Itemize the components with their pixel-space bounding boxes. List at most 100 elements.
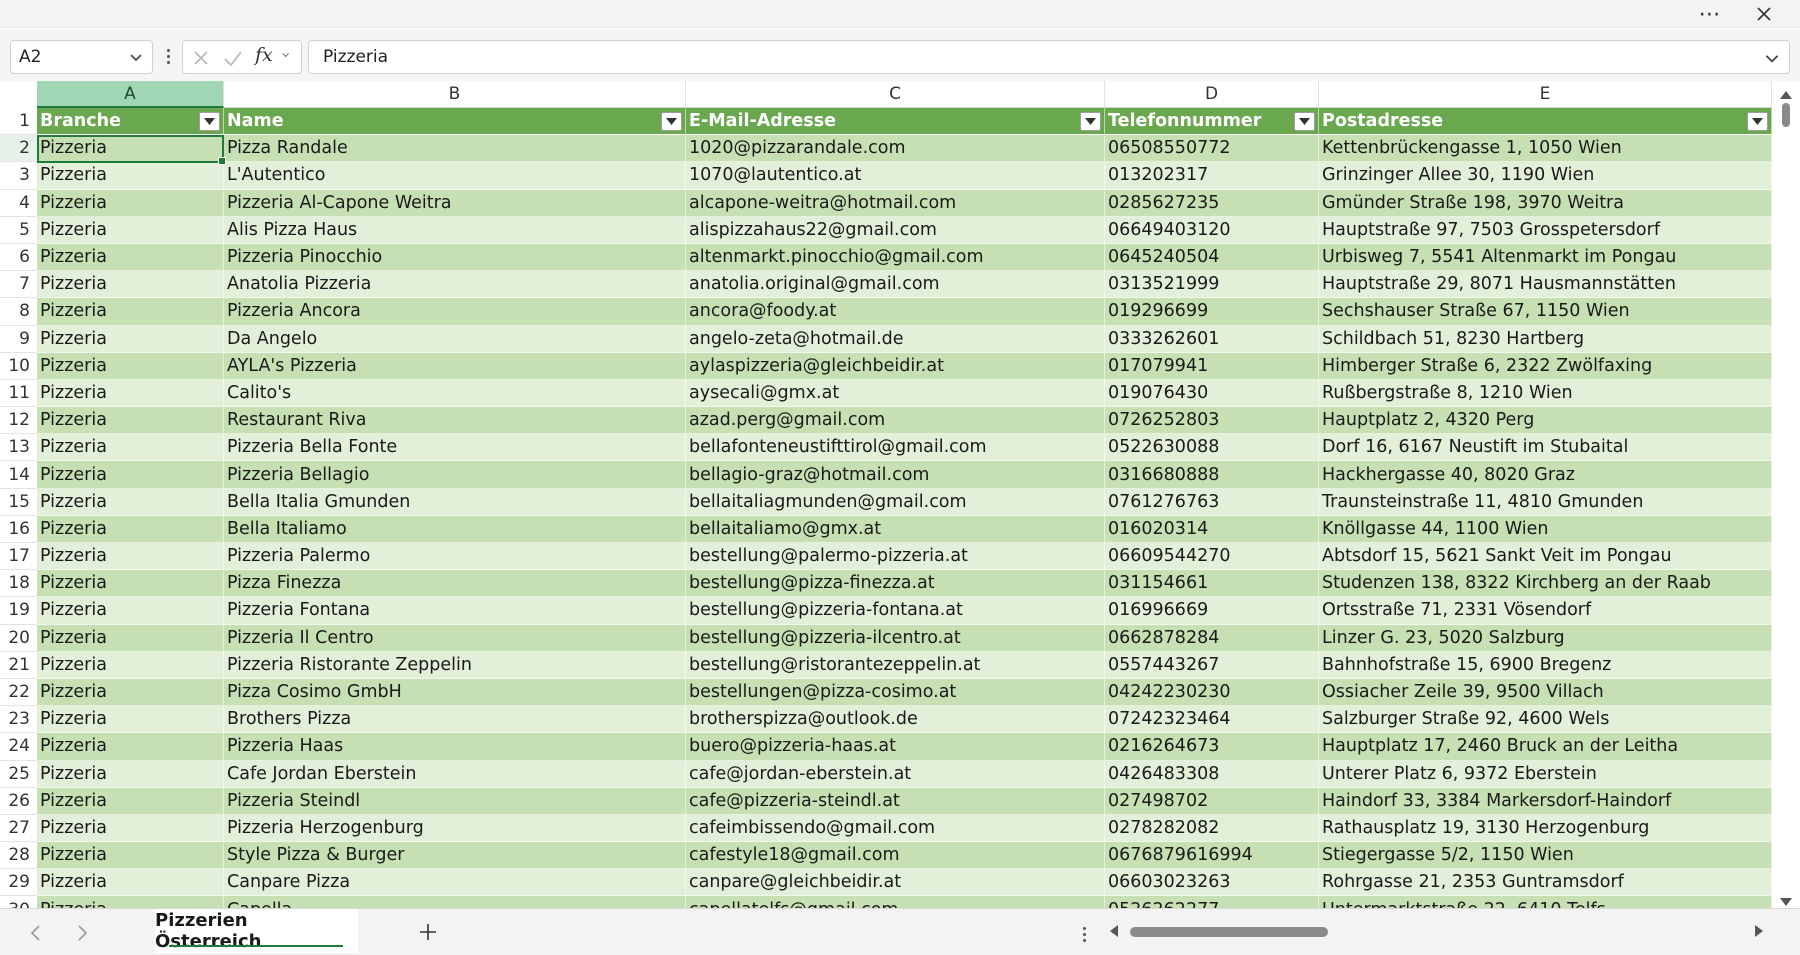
table-cell[interactable]: Pizzeria <box>37 706 224 734</box>
table-cell[interactable]: Capella <box>224 896 686 908</box>
row-header[interactable]: 7 <box>0 271 37 299</box>
table-cell[interactable]: 016996669 <box>1105 597 1319 625</box>
chevron-down-icon[interactable] <box>281 50 295 64</box>
table-cell[interactable]: 0285627235 <box>1105 189 1319 217</box>
table-cell[interactable]: 013202317 <box>1105 162 1319 190</box>
table-cell[interactable]: Pizzeria <box>37 298 224 326</box>
confirm-entry-icon[interactable] <box>221 46 245 70</box>
column-header-b[interactable]: B <box>224 81 686 108</box>
table-cell[interactable]: 0761276763 <box>1105 488 1319 516</box>
table-cell[interactable]: Pizzeria Bellagio <box>224 461 686 489</box>
table-cell[interactable]: Pizzeria Fontana <box>224 597 686 625</box>
table-cell[interactable]: Schildbach 51, 8230 Hartberg <box>1319 325 1772 353</box>
table-cell[interactable]: Bahnhofstraße 15, 6900 Bregenz <box>1319 651 1772 679</box>
table-cell[interactable]: Hackhergasse 40, 8020 Graz <box>1319 461 1772 489</box>
cancel-entry-icon[interactable] <box>189 46 213 70</box>
table-cell[interactable]: alcapone-weitra@hotmail.com <box>686 189 1105 217</box>
table-cell[interactable]: altenmarkt.pinocchio@gmail.com <box>686 243 1105 272</box>
table-cell[interactable]: bellaitaliagmunden@gmail.com <box>686 488 1105 516</box>
table-cell[interactable]: cafe@pizzeria-steindl.at <box>686 787 1105 815</box>
row-header[interactable]: 21 <box>0 652 37 679</box>
table-cell[interactable]: bellafonteneustifttirol@gmail.com <box>686 434 1105 462</box>
table-cell[interactable]: 1070@lautentico.at <box>686 162 1105 190</box>
table-cell[interactable]: Pizzeria <box>37 733 224 761</box>
formula-bar-grip-icon[interactable] <box>161 43 175 69</box>
table-cell[interactable]: Rußbergstraße 8, 1210 Wien <box>1319 379 1772 408</box>
row-header[interactable]: 16 <box>0 516 37 543</box>
table-cell[interactable]: Pizzeria Ristorante Zeppelin <box>224 651 686 679</box>
row-header[interactable]: 17 <box>0 543 37 571</box>
column-header-c[interactable]: C <box>686 81 1105 108</box>
row-header[interactable]: 6 <box>0 244 37 272</box>
table-cell[interactable]: bestellungen@pizza-cosimo.at <box>686 678 1105 707</box>
insert-function-icon[interactable]: fx <box>255 44 279 68</box>
table-cell[interactable]: 04242230230 <box>1105 678 1319 707</box>
table-cell[interactable]: Hauptplatz 2, 4320 Perg <box>1319 407 1772 435</box>
table-cell[interactable]: Pizza Cosimo GmbH <box>224 678 686 707</box>
table-cell[interactable]: Ortsstraße 71, 2331 Vösendorf <box>1319 597 1772 625</box>
filter-dropdown-button[interactable] <box>1080 112 1101 131</box>
table-cell[interactable]: 0557443267 <box>1105 651 1319 679</box>
table-cell[interactable]: aylaspizzeria@gleichbeidir.at <box>686 352 1105 380</box>
table-cell[interactable]: bestellung@pizzeria-fontana.at <box>686 597 1105 625</box>
header-cell[interactable]: E-Mail-Adresse <box>686 108 1105 136</box>
row-header[interactable]: 19 <box>0 597 37 625</box>
row-header[interactable]: 29 <box>0 869 37 897</box>
table-cell[interactable]: 0676879616994 <box>1105 842 1319 870</box>
table-cell[interactable]: alispizzahaus22@gmail.com <box>686 216 1105 244</box>
table-cell[interactable]: Pizzeria <box>37 678 224 707</box>
row-header[interactable]: 11 <box>0 380 37 408</box>
table-cell[interactable]: Pizzeria Il Centro <box>224 624 686 652</box>
table-cell[interactable]: Salzburger Straße 92, 4600 Wels <box>1319 706 1772 734</box>
scroll-right-icon[interactable] <box>1753 924 1765 938</box>
row-header[interactable]: 3 <box>0 162 37 190</box>
row-header[interactable]: 9 <box>0 326 37 353</box>
table-cell[interactable]: azad.perg@gmail.com <box>686 407 1105 435</box>
table-cell[interactable]: 0662878284 <box>1105 624 1319 652</box>
horizontal-scroll-thumb[interactable] <box>1130 927 1328 937</box>
row-header[interactable]: 28 <box>0 842 37 870</box>
table-cell[interactable]: 0426483308 <box>1105 760 1319 788</box>
table-cell[interactable]: Himberger Straße 6, 2322 Zwölfaxing <box>1319 352 1772 380</box>
table-cell[interactable]: Style Pizza & Burger <box>224 842 686 870</box>
table-cell[interactable]: Haindorf 33, 3384 Markersdorf-Haindorf <box>1319 787 1772 815</box>
table-cell[interactable]: 1020@pizzarandale.com <box>686 135 1105 163</box>
table-cell[interactable]: Pizzeria Palermo <box>224 543 686 571</box>
table-cell[interactable]: 0333262601 <box>1105 325 1319 353</box>
table-cell[interactable]: Pizzeria <box>37 216 224 244</box>
table-cell[interactable]: buero@pizzeria-haas.at <box>686 733 1105 761</box>
row-header[interactable]: 24 <box>0 733 37 761</box>
table-cell[interactable]: Untermarktstraße 22, 6410 Telfs <box>1319 896 1772 908</box>
table-cell[interactable]: Pizzeria <box>37 488 224 516</box>
table-cell[interactable]: Kettenbrückengasse 1, 1050 Wien <box>1319 135 1772 163</box>
column-header-d[interactable]: D <box>1105 81 1319 108</box>
table-cell[interactable]: Sechshauser Straße 67, 1150 Wien <box>1319 298 1772 326</box>
table-cell[interactable]: bestellung@palermo-pizzeria.at <box>686 543 1105 571</box>
table-cell[interactable]: Canpare Pizza <box>224 869 686 897</box>
table-cell[interactable]: anatolia.original@gmail.com <box>686 271 1105 299</box>
table-cell[interactable]: Pizzeria <box>37 570 224 598</box>
table-cell[interactable]: Alis Pizza Haus <box>224 216 686 244</box>
table-cell[interactable]: 0522630088 <box>1105 434 1319 462</box>
table-cell[interactable]: Pizzeria <box>37 842 224 870</box>
table-cell[interactable]: 019296699 <box>1105 298 1319 326</box>
header-cell[interactable]: Postadresse <box>1319 108 1772 136</box>
table-cell[interactable]: Pizzeria Haas <box>224 733 686 761</box>
table-cell[interactable]: Pizzeria <box>37 162 224 190</box>
row-header[interactable]: 30 <box>0 896 37 908</box>
table-cell[interactable]: Pizzeria Bella Fonte <box>224 434 686 462</box>
table-cell[interactable]: Bella Italiamo <box>224 515 686 543</box>
table-cell[interactable]: 06609544270 <box>1105 543 1319 571</box>
scroll-up-icon[interactable] <box>1779 89 1793 101</box>
row-header[interactable]: 22 <box>0 679 37 707</box>
table-cell[interactable]: aysecali@gmx.at <box>686 379 1105 408</box>
table-cell[interactable]: Cafe Jordan Eberstein <box>224 760 686 788</box>
table-cell[interactable]: Rohrgasse 21, 2353 Guntramsdorf <box>1319 869 1772 897</box>
add-sheet-button[interactable] <box>415 919 441 945</box>
row-header[interactable]: 8 <box>0 298 37 326</box>
row-header[interactable]: 18 <box>0 570 37 598</box>
table-cell[interactable]: Gmünder Straße 198, 3970 Weitra <box>1319 189 1772 217</box>
table-cell[interactable]: Pizzeria <box>37 760 224 788</box>
header-cell[interactable]: Branche <box>37 108 224 136</box>
row-header[interactable]: 15 <box>0 489 37 516</box>
